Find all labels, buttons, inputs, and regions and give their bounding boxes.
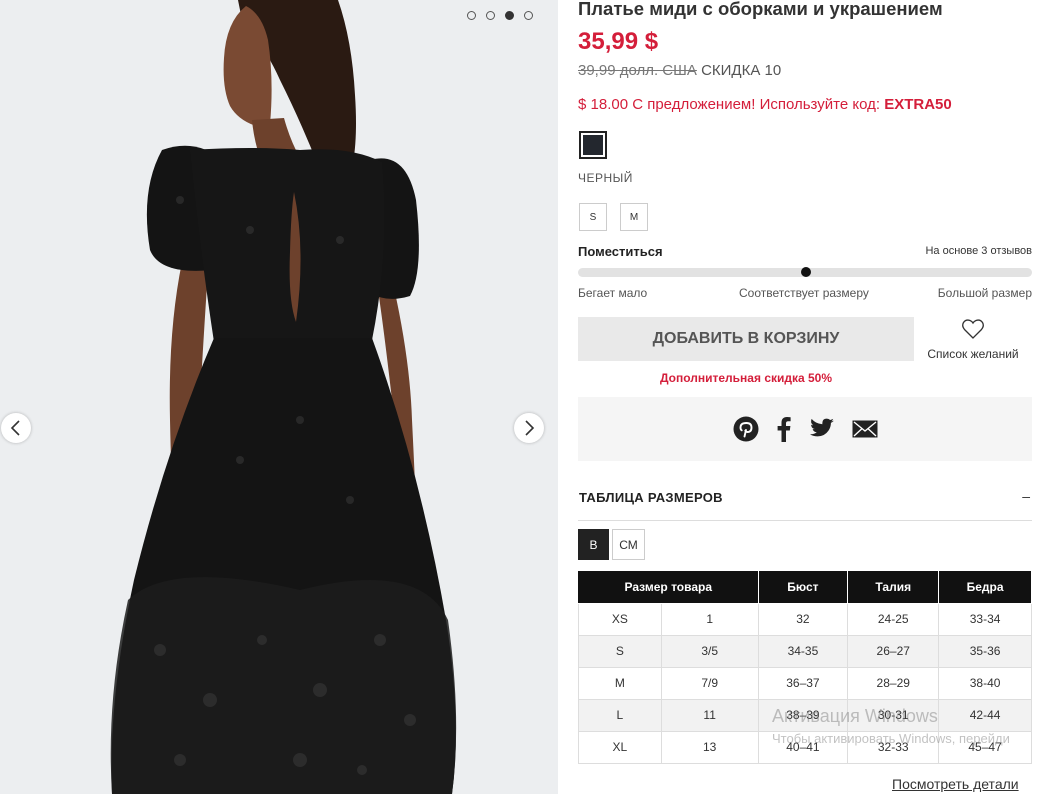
product-photo [0, 0, 558, 794]
swatch-fill [583, 135, 603, 155]
product-image-gallery [0, 0, 558, 794]
heart-icon [962, 319, 984, 339]
header-waist: Талия [847, 571, 940, 604]
facebook-icon[interactable] [776, 416, 792, 442]
unit-cm-button[interactable]: СМ [612, 529, 645, 560]
fit-title: Поместиться [578, 244, 663, 259]
color-name: ЧЕРНЫЙ [578, 171, 633, 185]
cell-hips: 42-44 [938, 698, 1032, 732]
cell-size: S [578, 634, 662, 668]
cell-hips: 35-36 [938, 634, 1032, 668]
chevron-right-icon [525, 420, 535, 436]
unit-inches-button[interactable]: В [578, 529, 609, 560]
size-option-m[interactable]: M [620, 203, 648, 231]
cell-waist: 26–27 [847, 634, 940, 668]
email-icon[interactable] [852, 420, 878, 438]
gallery-prev-button[interactable] [1, 413, 31, 443]
cell-size: L [578, 698, 662, 732]
header-size: Размер товара [578, 571, 759, 604]
color-swatch-black[interactable] [579, 131, 607, 159]
table-row: M 7/9 36–37 28–29 38-40 [578, 666, 1032, 700]
gallery-dot[interactable] [486, 11, 495, 20]
chevron-left-icon [10, 420, 20, 436]
divider [578, 520, 1032, 521]
size-chart-title: ТАБЛИЦА РАЗМЕРОВ [579, 490, 723, 505]
view-details-link[interactable]: Посмотреть детали [892, 776, 1019, 792]
fit-label-true-to-size: Соответствует размеру [739, 286, 869, 300]
pinterest-icon[interactable] [733, 416, 759, 442]
gallery-next-button[interactable] [514, 413, 544, 443]
cell-size: XL [578, 730, 662, 764]
cell-bust: 34-35 [757, 634, 849, 668]
cell-numeric-size: 7/9 [660, 666, 759, 700]
cell-numeric-size: 13 [660, 730, 759, 764]
fit-label-small: Бегает мало [578, 286, 648, 300]
promo-code: EXTRA50 [884, 96, 952, 113]
gallery-pagination [467, 11, 533, 20]
gallery-dot-active[interactable] [505, 11, 514, 20]
old-price-line: 39,99 долл. США СКИДКА 10 [578, 62, 781, 79]
cell-waist: 28–29 [847, 666, 940, 700]
fit-label-large: Большой размер [937, 286, 1032, 300]
old-price: 39,99 долл. США [578, 62, 697, 79]
discount-label: СКИДКА 10 [701, 62, 782, 79]
gallery-dot[interactable] [467, 11, 476, 20]
fit-scale-marker [801, 267, 811, 277]
cell-hips: 33-34 [938, 602, 1032, 636]
size-table-header: Размер товара Бюст Талия Бедра [578, 571, 1032, 604]
wishlist-label: Список желаний [927, 347, 1019, 361]
gallery-dot[interactable] [524, 11, 533, 20]
cell-numeric-size: 1 [660, 602, 759, 636]
windows-activation-watermark-title: Активация Windows [772, 706, 938, 726]
header-hips: Бедра [938, 571, 1032, 604]
wishlist-button[interactable]: Список желаний [922, 317, 1024, 361]
cell-bust: 32 [757, 602, 849, 636]
cell-bust: 36–37 [757, 666, 849, 700]
cell-size: XS [578, 602, 662, 636]
table-row: S 3/5 34-35 26–27 35-36 [578, 634, 1032, 668]
fit-reviews-count: На основе 3 отзывов [925, 245, 1032, 257]
cell-numeric-size: 11 [660, 698, 759, 732]
cell-waist: 24-25 [847, 602, 940, 636]
promo-text: $ 18.00 С предложением! Используйте код: [578, 96, 885, 113]
product-price: 35,99 $ [578, 28, 659, 55]
cell-numeric-size: 3/5 [660, 634, 759, 668]
size-option-s[interactable]: S [579, 203, 607, 231]
windows-activation-watermark-text: Чтобы активировать Windows, перейди [772, 731, 1010, 746]
table-row: XS 1 32 24-25 33-34 [578, 602, 1032, 636]
size-chart-collapse-button[interactable]: – [1022, 488, 1030, 504]
header-bust: Бюст [757, 571, 849, 604]
cell-size: M [578, 666, 662, 700]
product-title: Платье миди с оборками и украшением [578, 0, 943, 19]
promo-message: $ 18.00 С предложением! Используйте код:… [578, 96, 952, 113]
cell-hips: 38-40 [938, 666, 1032, 700]
twitter-icon[interactable] [809, 418, 835, 440]
extra-discount-note: Дополнительная скидка 50% [659, 371, 833, 385]
add-to-cart-button[interactable]: ДОБАВИТЬ В КОРЗИНУ [578, 317, 914, 361]
share-bar [578, 397, 1032, 461]
